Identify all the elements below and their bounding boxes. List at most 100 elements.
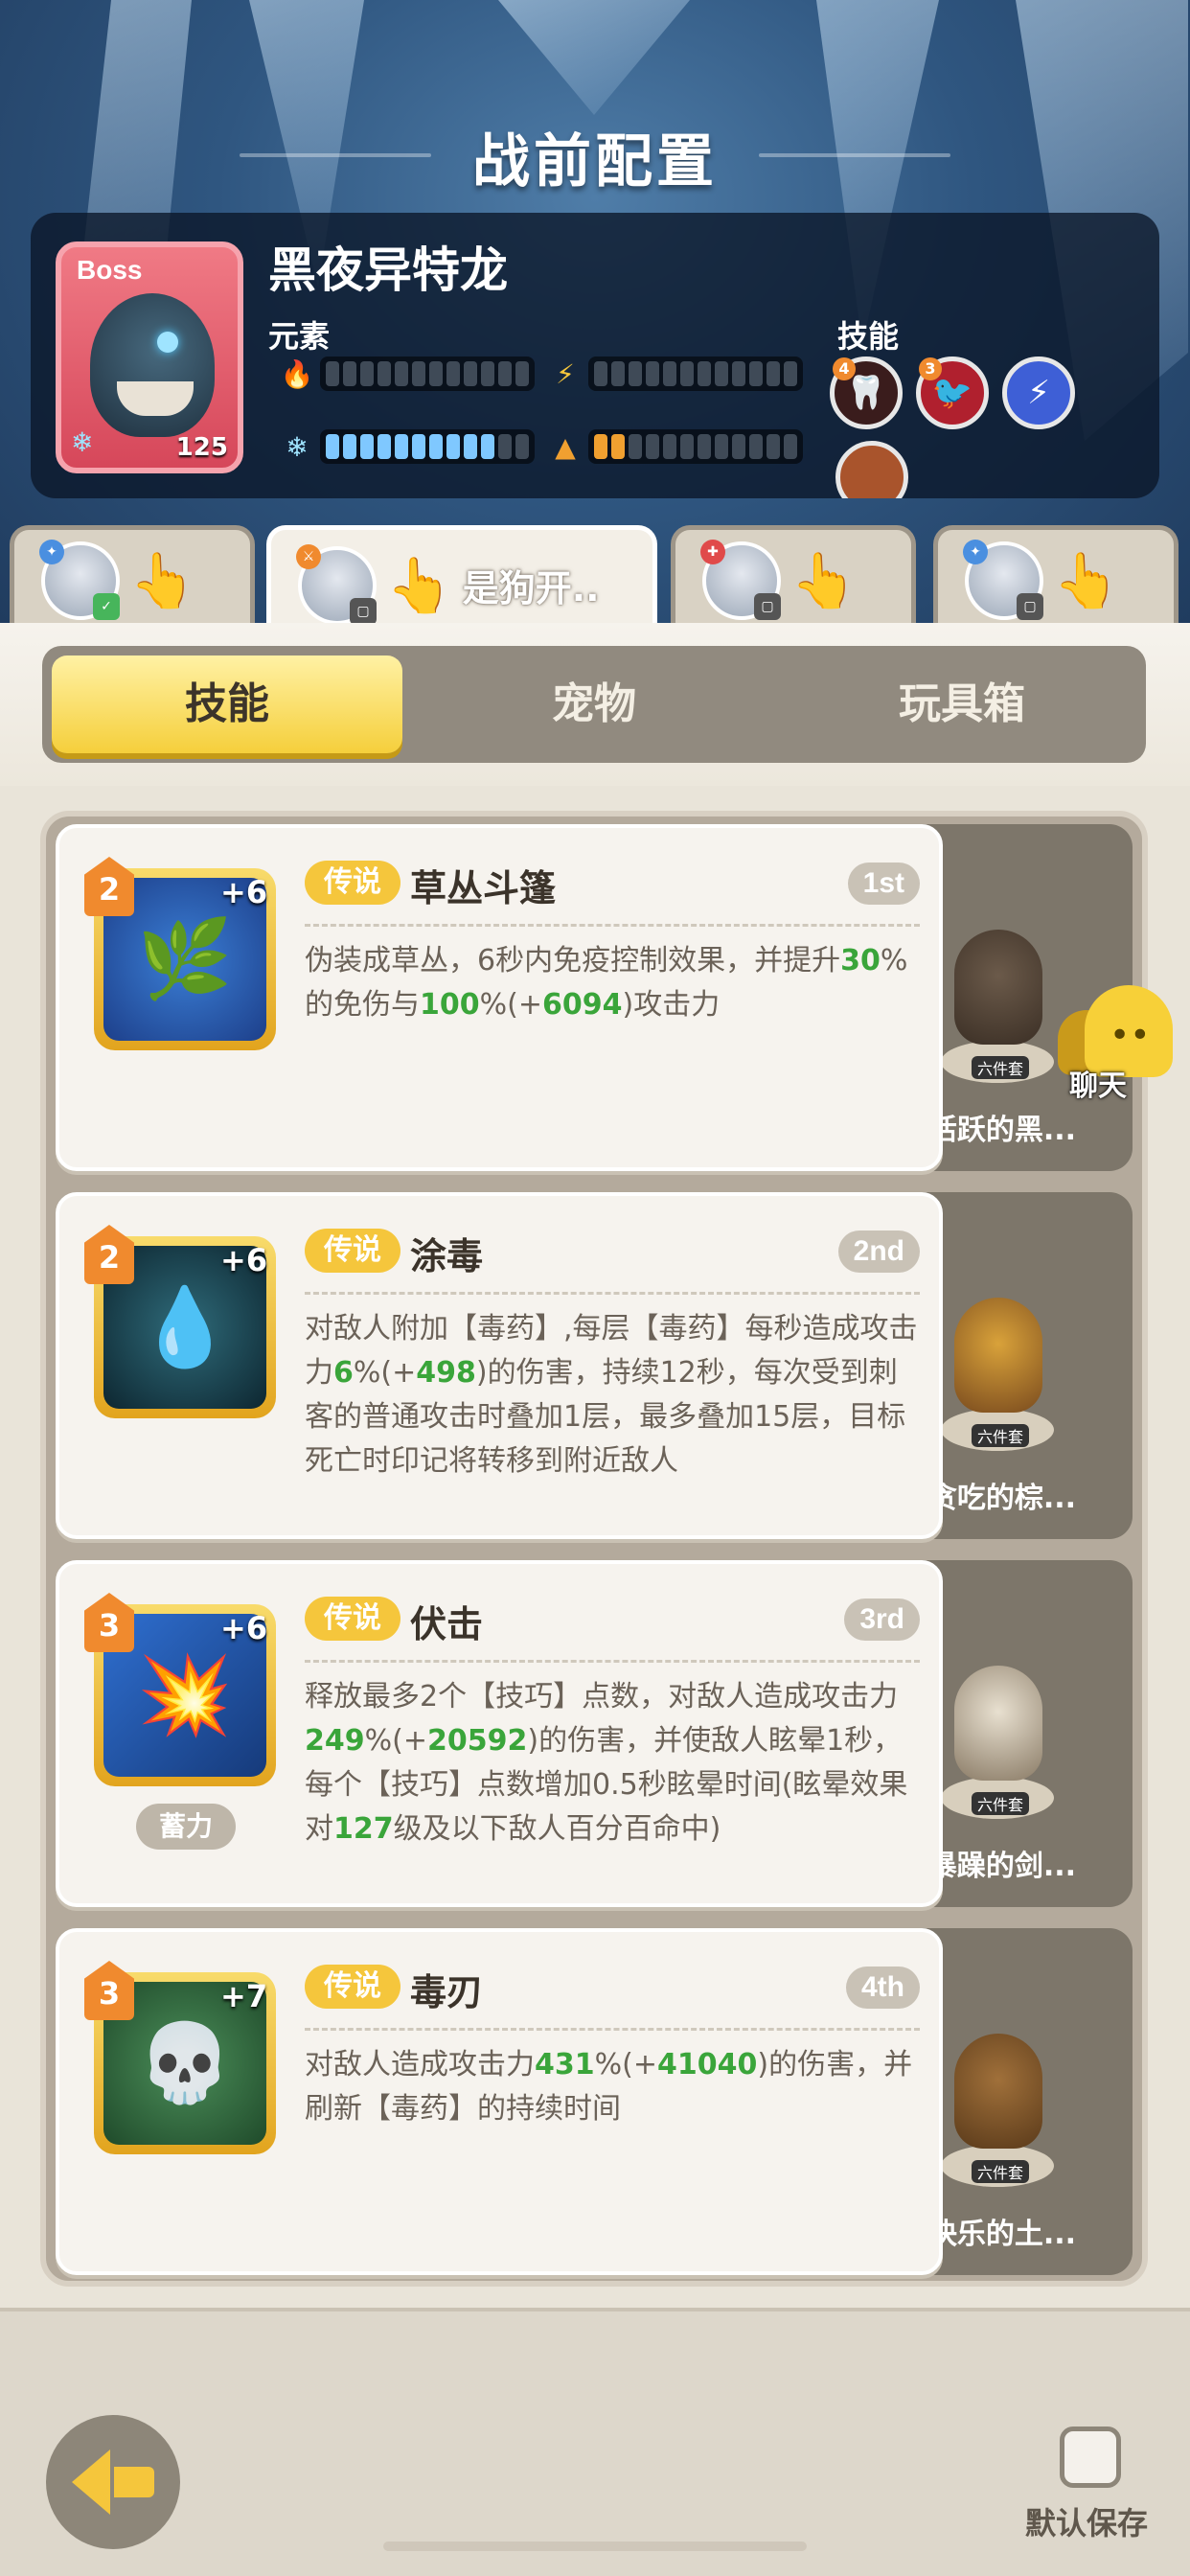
ice-icon: ❄ [286,430,309,463]
hero-avatar: ✦ ▢ [963,539,1043,620]
default-save-label: 默认保存 [1025,2505,1149,2542]
element-segment [343,434,356,459]
description-text: 对敌人造成攻击力 [305,2048,535,2082]
skill-card-4[interactable]: 💀 3 +7 传说 毒刃 4th 对敌人造成攻击力431%(+41040)的伤害… [56,1928,943,2275]
chat-button[interactable]: •• 聊天 [1058,985,1177,1104]
team-tab-4[interactable]: ✦ ▢ 👆 [933,525,1179,631]
element-segment [715,434,728,459]
highlight-value: 431 [535,2048,595,2082]
status-icon: ▢ [754,592,781,620]
skill-name: 草丛斗篷 [410,867,557,909]
skill-description: 伪装成草丛，6秒内免疫控制效果，并提升30%的免伤与100%(+6094)攻击力 [305,939,924,1027]
rarity-badge: 传说 [305,1229,400,1273]
element-segment [663,361,676,386]
team-tab-1[interactable]: ✦ ✓ 👆 [10,525,255,631]
skill-level-badge: 3 [84,1961,134,2020]
allosaurus-portrait [90,293,215,437]
back-button[interactable] [46,2415,180,2549]
skill-card-2[interactable]: 💧 2 +6 传说 涂毒 2nd 对敌人附加【毒药】,每层【毒药】每秒造成攻击力… [56,1192,943,1539]
element-segment [360,434,374,459]
hero-avatar: ✚ ▢ [700,539,781,620]
element-segment [698,361,711,386]
element-bar-fire: 🔥 [278,356,535,391]
element-segment [594,434,607,459]
skill-name: 伏击 [410,1603,484,1645]
element-segment [446,434,460,459]
home-indicator[interactable] [383,2542,807,2551]
fire-icon: 🔥 [280,357,314,390]
element-segment [767,361,780,386]
element-segment [646,361,659,386]
element-segment [378,361,391,386]
element-segment [767,434,780,459]
element-segment [464,434,477,459]
skill-level-badge: 3 [84,1593,134,1652]
element-bar-earth: ▲ [546,429,803,464]
lightning-skill-icon[interactable]: ⚡ [1002,356,1075,429]
element-segment [326,361,339,386]
role-icon: ✦ [39,539,64,564]
bird-skill-icon[interactable]: 3 🐦 [916,356,989,429]
element-segment [663,434,676,459]
element-segment [611,361,625,386]
rank-badge: 4th [846,1966,920,2009]
rarity-badge: 传说 [305,861,400,905]
category-bar: 技能 宠物 玩具箱 [0,623,1190,786]
boss-portrait-card[interactable]: Boss ❄ 125 [56,242,243,473]
highlight-value: 127 [333,1812,394,1846]
crystal-decoration [498,0,690,115]
element-segment [594,361,607,386]
hand-star-icon: 👆 [1053,549,1120,612]
highlight-value: 20592 [426,1724,528,1758]
element-bar-lightning: ⚡ [546,356,803,391]
team-tab-3[interactable]: ✚ ▢ 👆 [671,525,916,631]
skill-name: 毒刃 [410,1971,484,2013]
partial-skill-icon[interactable] [835,441,908,498]
skill-plus: +6 [220,1610,268,1646]
element-segment [343,361,356,386]
element-bar-ice: ❄ [278,429,535,464]
skill-description: 释放最多2个【技巧】点数，对敌人造成攻击力249%(+20592)的伤害，并使敌… [305,1675,924,1852]
element-segment [446,361,460,386]
element-segment [698,434,711,459]
element-segment [732,361,745,386]
element-segment [646,434,659,459]
skill-card-3[interactable]: 💥 3 +6 蓄力 传说 伏击 3rd 释放最多2个【技巧】点数，对敌人造成攻击… [56,1560,943,1907]
hand-star-icon: 👆 [790,549,858,612]
skill-level-badge: 2 [84,1225,134,1284]
boss-tag: Boss [77,255,143,285]
rank-badge: 2nd [837,1230,920,1273]
status-icon: ▢ [350,597,377,625]
set-figure: 六件套 [926,1288,1069,1451]
element-segment [412,434,425,459]
tab-toybox[interactable]: 玩具箱 [778,646,1146,763]
rank-badge: 3rd [844,1598,920,1641]
description-text: 释放最多2个【技巧】点数，对敌人造成攻击力 [305,1680,899,1714]
hand-star-icon: 👆 [129,549,196,612]
element-segment [395,434,408,459]
element-segment [326,434,339,459]
role-icon: ⚔ [296,543,321,569]
highlight-value: 30 [840,944,881,978]
highlight-value: 6 [333,1356,354,1390]
element-segment [498,361,512,386]
skill-description: 对敌人附加【毒药】,每层【毒药】每秒造成攻击力6%(+498)的伤害，持续12秒… [305,1307,924,1484]
rarity-badge: 传说 [305,1597,400,1641]
skill-level-badge: 2 [84,857,134,916]
description-text: )攻击力 [622,988,721,1022]
element-segment [395,361,408,386]
tab-pets[interactable]: 宠物 [410,646,778,763]
footer-bar: 默认保存 [0,2308,1190,2576]
highlight-value: 41040 [656,2048,758,2082]
tab-skills[interactable]: 技能 [52,656,402,753]
skill-card-1[interactable]: 🌿 2 +6 传说 草丛斗篷 1st 伪装成草丛，6秒内免疫控制效果，并提升30… [56,824,943,1171]
role-icon: ✦ [963,539,988,564]
status-icon: ▢ [1017,592,1043,620]
description-text: %(+ [594,2048,657,2082]
element-segment [611,434,625,459]
skill-name: 涂毒 [410,1235,484,1277]
element-segment [429,434,443,459]
default-save-checkbox[interactable] [1060,2426,1121,2488]
hand-star-icon: 👆 [386,554,453,617]
fang-skill-icon[interactable]: 4 🦷 [830,356,903,429]
